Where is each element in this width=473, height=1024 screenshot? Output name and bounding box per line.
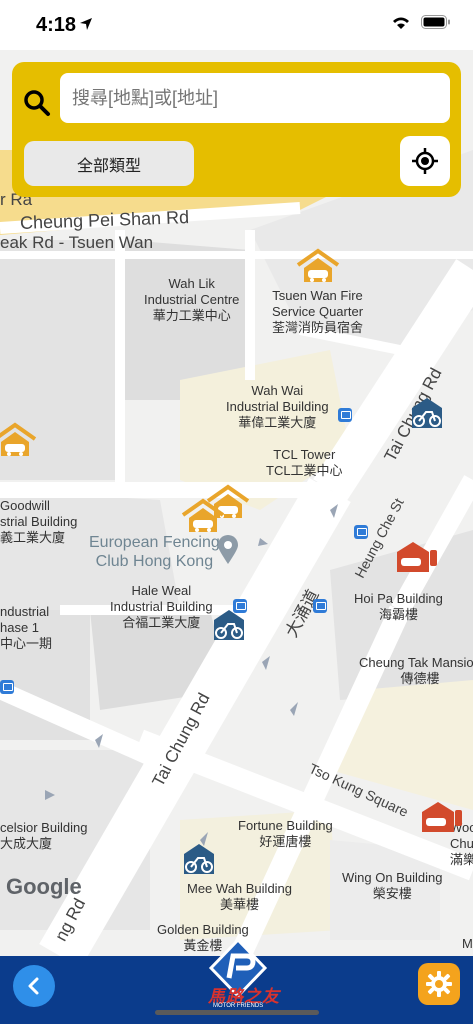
chevron-left-icon xyxy=(28,977,39,995)
status-bar: 4:18 xyxy=(0,0,473,50)
carpark-marker-icon[interactable] xyxy=(0,422,38,460)
wifi-icon xyxy=(393,17,409,29)
building-label: M xyxy=(462,936,473,951)
bus-stop-icon[interactable] xyxy=(0,680,14,694)
building-label: Mee Wah Building 美華樓 xyxy=(187,881,293,912)
filter-type-button[interactable]: 全部類型 xyxy=(24,141,194,186)
road-label-tsuen-wan: eak Rd - Tsuen Wan xyxy=(0,233,154,252)
building-label: TCL Tower TCL工業中心 xyxy=(266,447,343,478)
motorbike-marker-icon[interactable] xyxy=(176,840,222,878)
search-panel: 全部類型 xyxy=(12,62,461,197)
building-label: Wing On Building 榮安樓 xyxy=(342,870,443,901)
building-label: celsior Building 大成大廈 xyxy=(0,820,88,851)
building-label: ndustrial hase 1 中心一期 xyxy=(0,604,53,651)
building-label: Fortune Building 好運唐樓 xyxy=(238,818,333,849)
back-button[interactable] xyxy=(13,965,55,1007)
building-label: Tsuen Wan Fire Service Quarter 荃灣消防員宿舍 xyxy=(272,288,364,335)
home-indicator xyxy=(155,1010,319,1015)
bus-stop-icon[interactable] xyxy=(338,408,352,422)
carpark-marker-icon[interactable] xyxy=(295,248,341,286)
building-label: Hoi Pa Building 海霸樓 xyxy=(354,591,443,622)
app-logo-subtext: MOTOR FRIENDS xyxy=(213,1003,264,1009)
status-icons xyxy=(391,15,451,30)
locate-me-button[interactable] xyxy=(400,136,450,186)
building-label: Goodwill strial Building 義工業大廈 xyxy=(0,498,78,545)
search-input[interactable] xyxy=(60,73,450,123)
building-label: Cheung Tak Mansion 傳德樓 xyxy=(359,655,473,686)
ev-charging-marker-icon[interactable] xyxy=(393,538,439,576)
bus-stop-icon[interactable] xyxy=(354,525,368,539)
gear-icon xyxy=(426,971,452,997)
carpark-marker-icon[interactable] xyxy=(180,498,226,536)
location-arrow-icon xyxy=(80,18,92,30)
building-label: Hale Weal Industrial Building 合福工業大廈 xyxy=(110,583,213,630)
building-label: Wah Wai Industrial Building 華偉工業大廈 xyxy=(226,383,329,430)
map-pin-icon[interactable] xyxy=(216,534,240,566)
status-time: 4:18 xyxy=(36,14,77,36)
google-logo: Google xyxy=(6,874,82,899)
motorbike-marker-icon[interactable] xyxy=(404,394,450,432)
search-icon[interactable] xyxy=(22,88,52,118)
ev-charging-marker-icon[interactable] xyxy=(418,798,464,836)
battery-icon xyxy=(421,15,450,29)
poi-label: European Fencing Club Hong Kong xyxy=(89,534,220,570)
settings-button[interactable] xyxy=(418,963,460,1005)
building-label: Wah Lik Industrial Centre 華力工業中心 xyxy=(144,276,240,323)
bus-stop-icon[interactable] xyxy=(313,599,327,613)
motorbike-marker-icon[interactable] xyxy=(206,606,252,644)
crosshair-icon xyxy=(412,148,438,174)
